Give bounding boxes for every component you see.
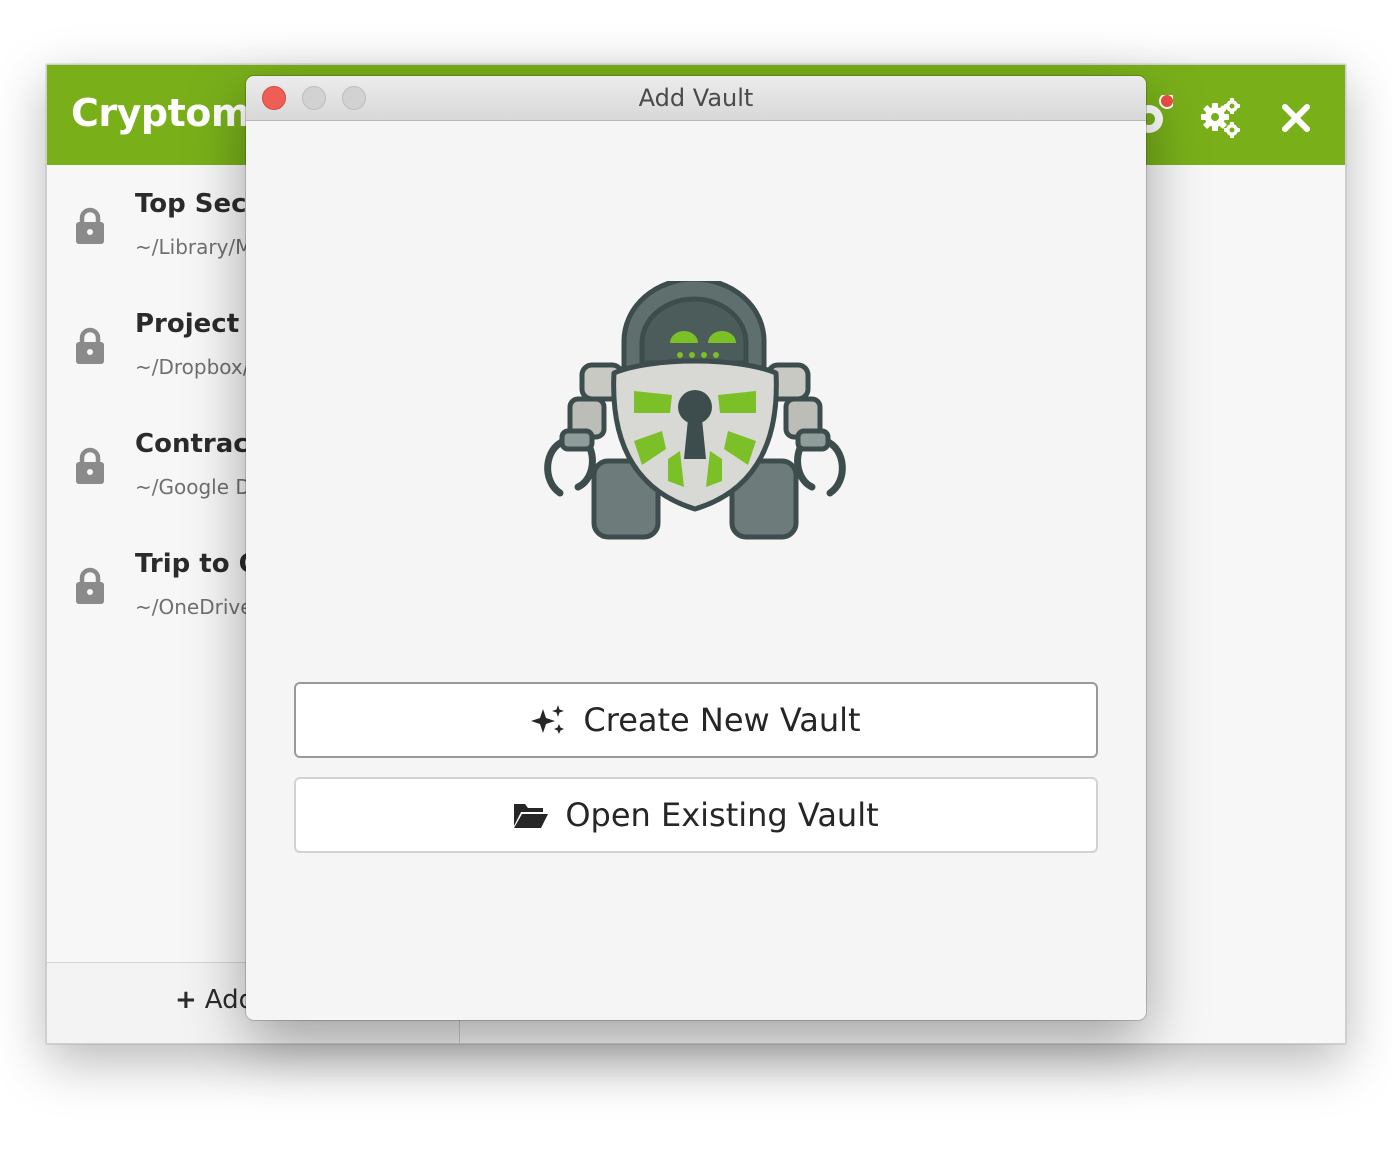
close-icon[interactable]	[1275, 97, 1319, 141]
add-vault-dialog: Add Vault Create New Vault Open Existing…	[246, 76, 1146, 1020]
vault-path: ~/Library/M	[135, 235, 253, 259]
lock-icon	[76, 567, 104, 604]
vault-path: ~/Dropbox/	[135, 355, 250, 379]
dialog-titlebar[interactable]: Add Vault	[246, 76, 1146, 121]
lock-icon	[76, 207, 104, 244]
settings-gears-icon[interactable]	[1199, 97, 1243, 141]
lock-icon	[76, 447, 104, 484]
create-new-vault-label: Create New Vault	[583, 701, 861, 739]
add-vault-button[interactable]: + Add	[175, 985, 255, 1015]
vault-path: ~/OneDrive	[135, 595, 253, 619]
sparkles-icon	[531, 705, 565, 734]
dialog-title: Add Vault	[638, 84, 754, 112]
open-existing-vault-button[interactable]: Open Existing Vault	[294, 777, 1098, 853]
lock-icon	[76, 327, 104, 364]
vault-path: ~/Google Dr	[135, 475, 260, 499]
open-existing-vault-label: Open Existing Vault	[565, 796, 879, 834]
plus-icon: +	[175, 985, 197, 1015]
create-new-vault-button[interactable]: Create New Vault	[294, 682, 1098, 758]
folder-open-icon	[514, 804, 549, 828]
cryptomator-robot-logo-icon	[544, 281, 846, 540]
